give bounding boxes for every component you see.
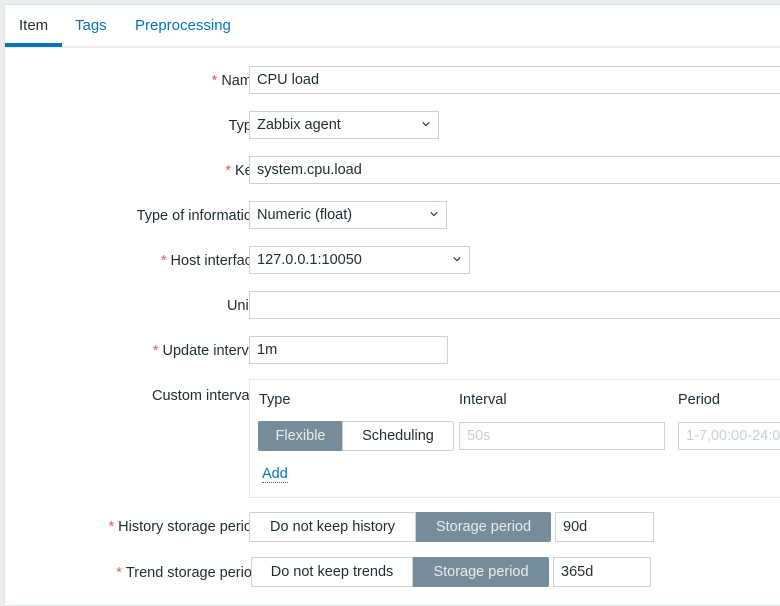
custom-intervals-label: Custom intervals [152, 388, 260, 404]
tab-preprocessing[interactable]: Preprocessing [135, 17, 231, 34]
chevron-down-icon [422, 122, 430, 127]
tab-tags[interactable]: Tags [75, 17, 107, 34]
scheduling-toggle[interactable]: Scheduling [342, 421, 454, 451]
period-input[interactable]: 1-7,00:00-24:00 [678, 422, 780, 450]
item-form-panel: Item Tags Preprocessing * Name CPU load T… [4, 4, 780, 606]
type-select-value: Zabbix agent [257, 117, 341, 133]
trend-period-input[interactable]: 365d [553, 557, 651, 587]
type-of-information-value: Numeric (float) [257, 207, 353, 223]
do-not-keep-history-toggle[interactable]: Do not keep history [249, 512, 416, 542]
key-input[interactable]: system.cpu.load [249, 156, 780, 184]
custom-intervals-table: Type Interval Period Flexible Scheduling… [249, 379, 780, 498]
type-of-information-label: Type of information [136, 208, 260, 224]
required-marker: * [152, 343, 159, 359]
required-marker: * [108, 519, 115, 535]
type-of-information-select[interactable]: Numeric (float) [249, 201, 447, 229]
period-placeholder: 1-7,00:00-24:00 [686, 428, 780, 444]
required-marker: * [211, 73, 218, 89]
tab-item[interactable]: Item [19, 17, 48, 34]
history-storage-label: * History storage period [108, 519, 261, 535]
trend-storage-period-toggle[interactable]: Storage period [413, 557, 549, 587]
interval-input[interactable]: 50s [459, 422, 665, 450]
history-storage-period-toggle[interactable]: Storage period [416, 512, 551, 542]
required-marker: * [160, 253, 167, 269]
name-input[interactable]: CPU load [249, 66, 780, 94]
add-interval-link[interactable]: Add [262, 466, 288, 483]
history-period-input[interactable]: 90d [555, 512, 654, 542]
units-input[interactable] [249, 291, 780, 319]
update-interval-label: * Update interval [152, 343, 260, 359]
update-interval-input[interactable]: 1m [249, 336, 448, 364]
required-marker: * [225, 163, 231, 179]
do-not-keep-trends-toggle[interactable]: Do not keep trends [251, 557, 413, 587]
chevron-down-icon [453, 257, 461, 262]
column-header-type: Type [259, 392, 291, 408]
chevron-down-icon [430, 212, 438, 217]
active-tab-indicator [5, 43, 62, 47]
trend-storage-label: * Trend storage period [116, 565, 260, 581]
required-marker: * [116, 565, 122, 581]
type-select[interactable]: Zabbix agent [249, 111, 439, 139]
flexible-toggle[interactable]: Flexible [258, 421, 343, 451]
column-header-interval: Interval [459, 392, 507, 408]
host-interface-label: * Host interface [160, 253, 260, 269]
host-interface-select[interactable]: 127.0.0.1:10050 [249, 246, 470, 274]
tab-bar: Item Tags Preprocessing [5, 5, 780, 48]
column-header-period: Period [678, 392, 720, 408]
interval-placeholder: 50s [467, 428, 491, 444]
host-interface-value: 127.0.0.1:10050 [257, 252, 362, 268]
